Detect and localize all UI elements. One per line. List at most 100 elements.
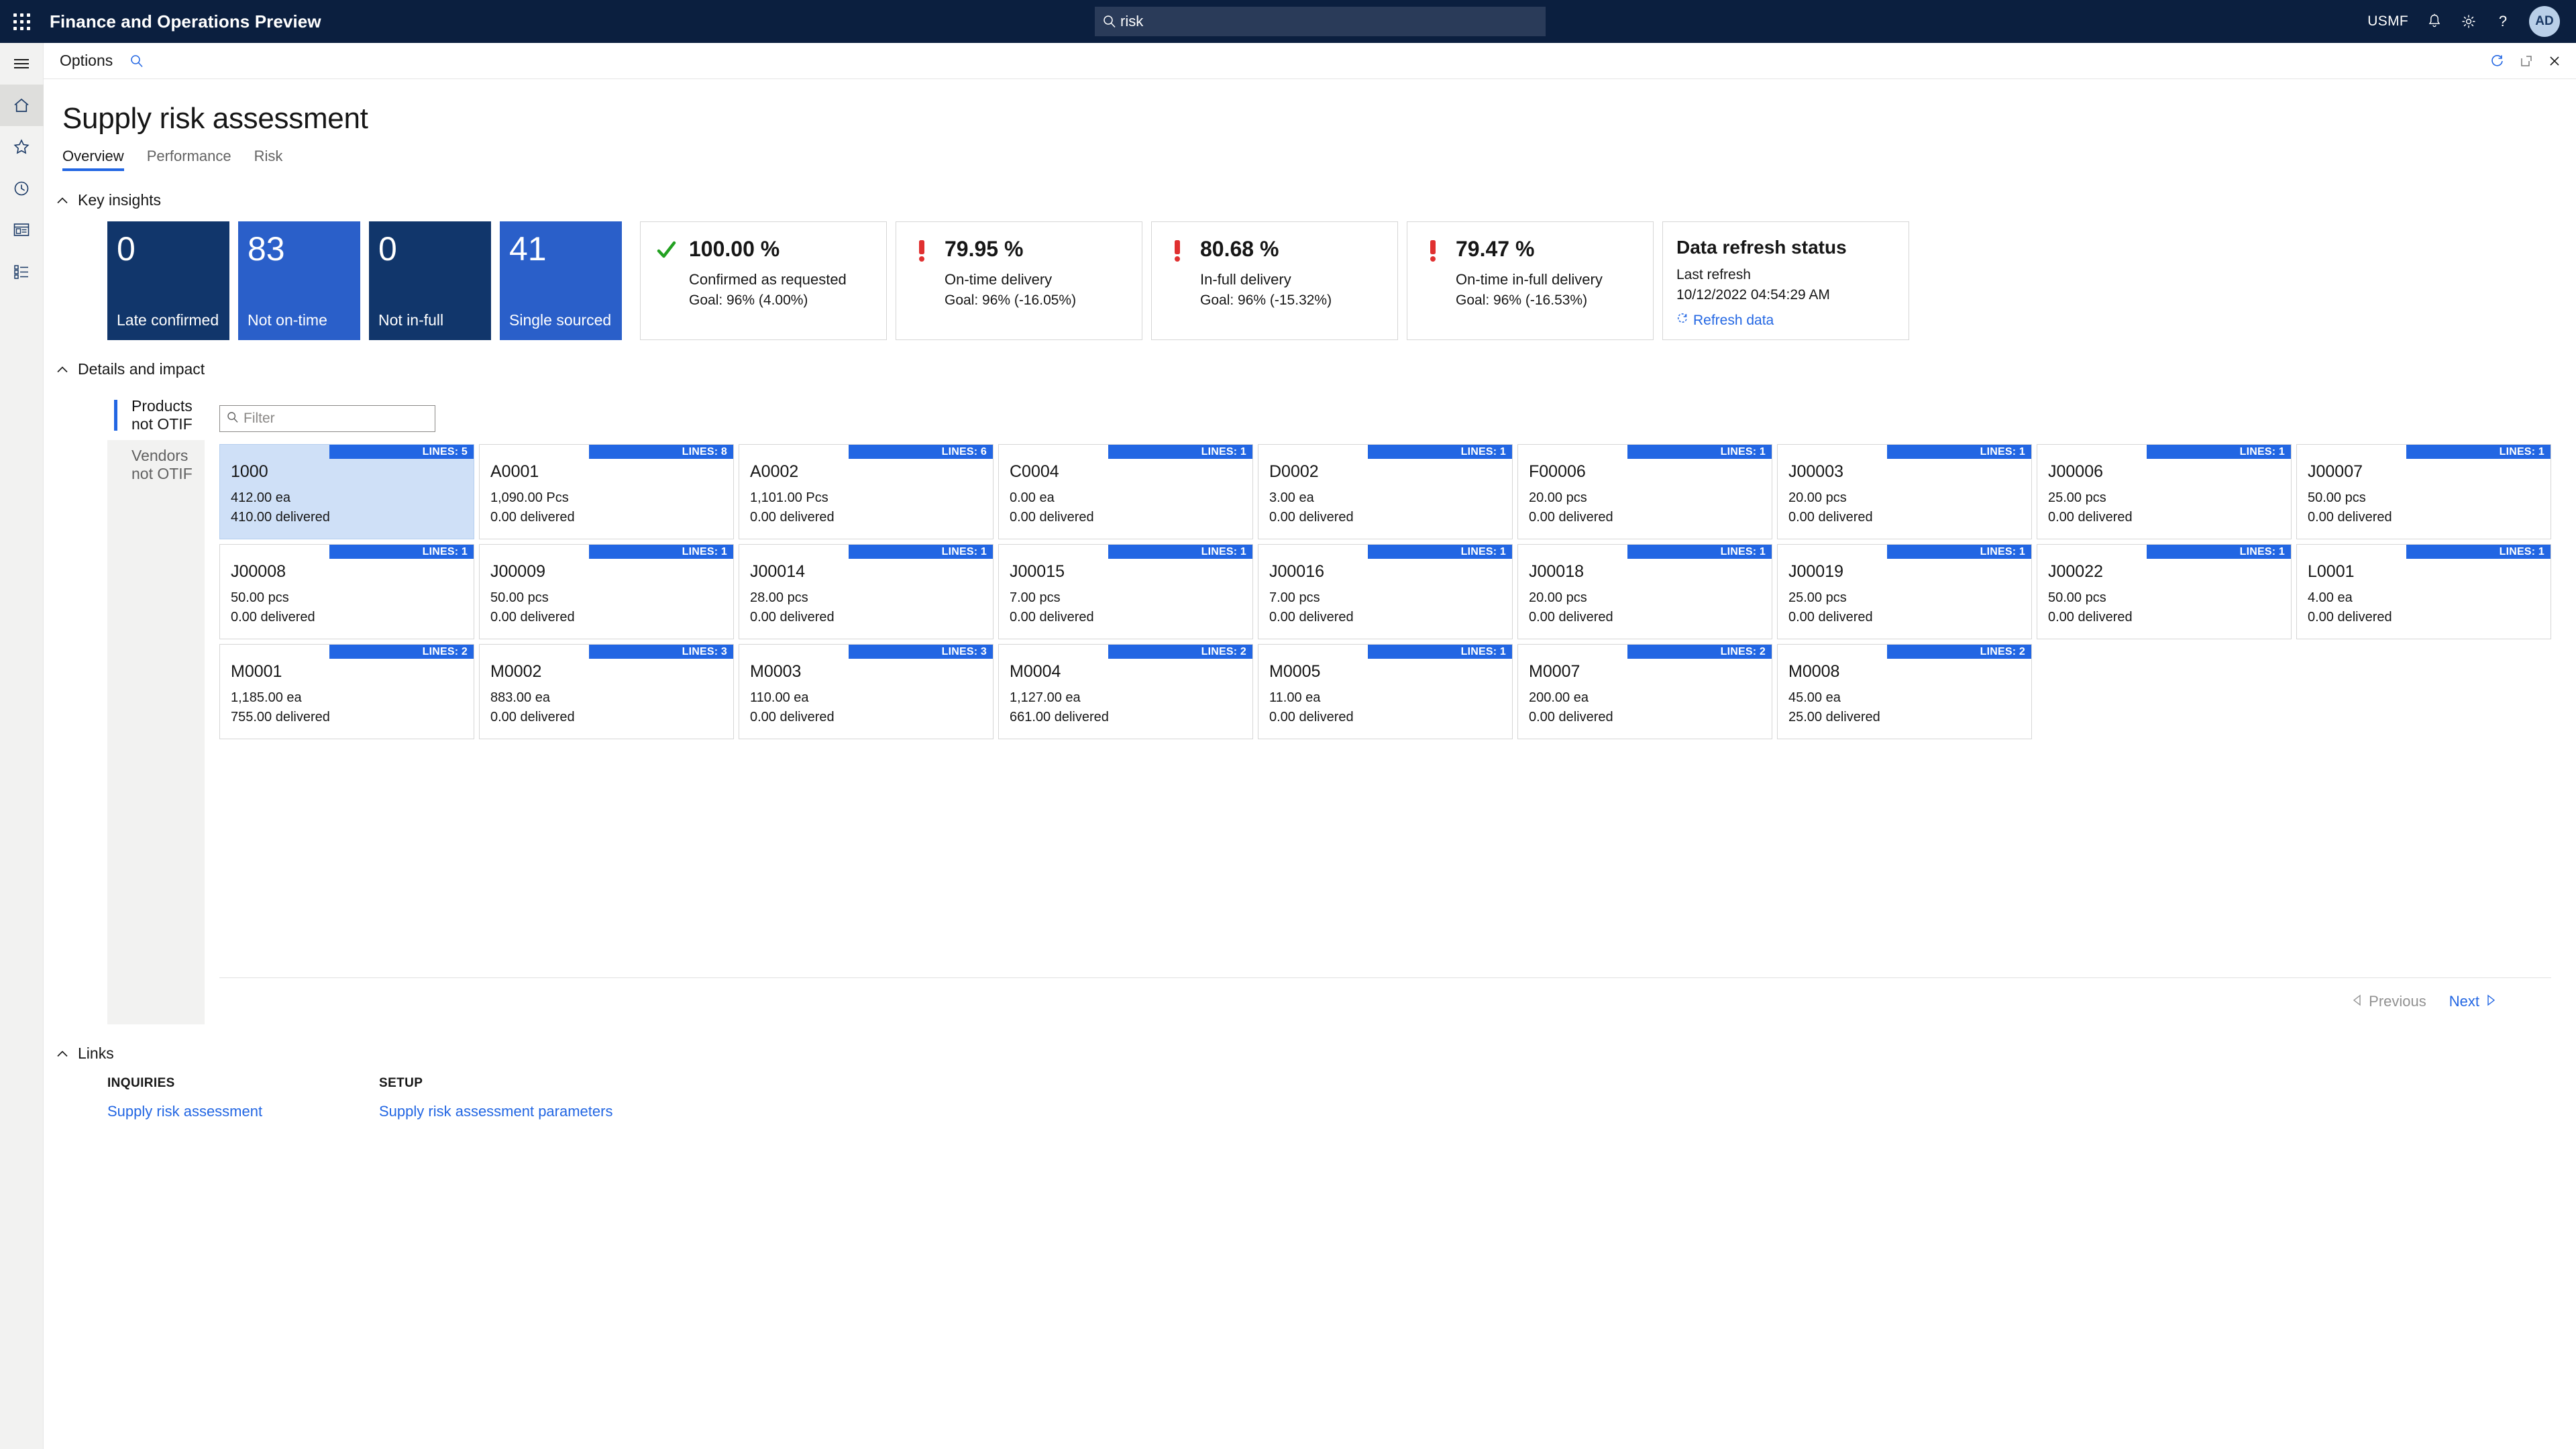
action-pane: Options [44,43,2576,79]
filter-placeholder: Filter [244,411,275,427]
nav-home-button[interactable] [0,85,44,126]
product-card-quantity: 11.00 ea [1269,688,1501,708]
status-alert-icon [910,237,934,325]
product-card[interactable]: LINES: 1J0002250.00 pcs0.00 delivered [2037,544,2292,639]
link-supply-risk-assessment[interactable]: Supply risk assessment [107,1103,379,1120]
product-card[interactable]: LINES: 1J000167.00 pcs0.00 delivered [1258,544,1513,639]
product-card[interactable]: LINES: 1C00040.00 ea0.00 delivered [998,444,1253,539]
nav-favorites-button[interactable] [0,126,44,168]
product-card[interactable]: LINES: 51000412.00 ea410.00 delivered [219,444,474,539]
details-and-impact-section-header[interactable]: Details and impact [55,360,2576,378]
links-columns: INQUIRIES Supply risk assessment SETUP S… [107,1076,2576,1120]
product-card[interactable]: LINES: 2M0007200.00 ea0.00 delivered [1517,644,1772,739]
product-card[interactable]: LINES: 3M0003110.00 ea0.00 delivered [739,644,994,739]
kpi-tile-not-on-time[interactable]: 83 Not on-time [238,221,360,340]
product-card-delivered: 0.00 delivered [2308,508,2540,527]
product-card-id: J00007 [2308,462,2540,482]
product-card[interactable]: LINES: 1J0001925.00 pcs0.00 delivered [1777,544,2032,639]
product-card[interactable]: LINES: 8A00011,090.00 Pcs0.00 delivered [479,444,734,539]
tab-overview[interactable]: Overview [62,148,124,171]
product-card-delivered: 0.00 delivered [1788,508,2021,527]
refresh-data-link[interactable]: Refresh data [1676,313,1895,329]
filter-input[interactable]: Filter [219,405,435,432]
product-card[interactable]: LINES: 3M0002883.00 ea0.00 delivered [479,644,734,739]
links-section-header[interactable]: Links [55,1044,2576,1063]
product-card[interactable]: LINES: 6A00021,101.00 Pcs0.00 delivered [739,444,994,539]
product-card-lines-badge: LINES: 2 [1627,645,1772,659]
sidebar-item-vendors-not-otif[interactable]: Vendors not OTIF [107,440,205,490]
product-card[interactable]: LINES: 1J0001820.00 pcs0.00 delivered [1517,544,1772,639]
nav-recent-button[interactable] [0,168,44,209]
product-card-quantity: 1,101.00 Pcs [750,488,982,508]
product-card[interactable]: LINES: 1J000157.00 pcs0.00 delivered [998,544,1253,639]
link-supply-risk-assessment-parameters[interactable]: Supply risk assessment parameters [379,1103,651,1120]
product-card-delivered: 0.00 delivered [490,708,722,727]
product-card[interactable]: LINES: 1L00014.00 ea0.00 delivered [2296,544,2551,639]
product-card-id: M0007 [1529,662,1761,682]
chevron-right-icon [2485,993,2496,1010]
status-check-icon [654,237,678,325]
settings-gear-icon[interactable] [2461,13,2477,30]
product-card-grid: LINES: 51000412.00 ea410.00 deliveredLIN… [219,444,2551,744]
help-question-icon[interactable]: ? [2496,13,2510,30]
product-card[interactable]: LINES: 1F0000620.00 pcs0.00 delivered [1517,444,1772,539]
kpi-label: Not on-time [248,311,351,331]
notifications-bell-icon[interactable] [2427,13,2442,30]
home-icon [12,96,31,115]
product-card-id: F00006 [1529,462,1761,482]
nav-modules-button[interactable] [0,251,44,292]
nav-workspaces-button[interactable] [0,209,44,251]
product-card[interactable]: LINES: 1D00023.00 ea0.00 delivered [1258,444,1513,539]
metric-name: Confirmed as requested [689,271,847,288]
list-icon [12,263,31,280]
product-card[interactable]: LINES: 1J0000320.00 pcs0.00 delivered [1777,444,2032,539]
global-search-box[interactable]: risk [1095,7,1546,36]
product-card-id: J00003 [1788,462,2021,482]
close-page-button[interactable] [2548,54,2561,68]
product-card[interactable]: LINES: 2M000845.00 ea25.00 delivered [1777,644,2032,739]
sidebar-item-products-not-otif[interactable]: Products not OTIF [107,390,205,440]
tab-risk[interactable]: Risk [254,148,283,171]
previous-page-button[interactable]: Previous [2352,993,2426,1010]
product-card-quantity: 200.00 ea [1529,688,1761,708]
product-card[interactable]: LINES: 1J0000850.00 pcs0.00 delivered [219,544,474,639]
metric-card-on-time-delivery[interactable]: 79.95 % On-time delivery Goal: 96% (-16.… [896,221,1142,340]
app-launcher-button[interactable] [0,0,43,43]
product-card-id: J00016 [1269,562,1501,582]
workspace-content: Supply risk assessment Overview Performa… [44,79,2576,1449]
metric-card-in-full-delivery[interactable]: 80.68 % In-full delivery Goal: 96% (-15.… [1151,221,1398,340]
product-card-id: C0004 [1010,462,1242,482]
page-search-button[interactable] [130,54,144,68]
product-card-id: M0003 [750,662,982,682]
product-card[interactable]: LINES: 1J0000750.00 pcs0.00 delivered [2296,444,2551,539]
details-and-impact-title: Details and impact [78,360,205,378]
search-icon [130,54,144,68]
kpi-tile-single-sourced[interactable]: 41 Single sourced [500,221,622,340]
previous-label: Previous [2369,993,2426,1010]
user-avatar[interactable]: AD [2529,6,2560,37]
kpi-tile-not-in-full[interactable]: 0 Not in-full [369,221,491,340]
product-card-quantity: 50.00 pcs [2308,488,2540,508]
metric-card-confirmed-as-requested[interactable]: 100.00 % Confirmed as requested Goal: 96… [640,221,887,340]
company-indicator[interactable]: USMF [2367,13,2408,30]
open-in-new-window-button[interactable] [2520,54,2533,68]
product-card-lines-badge: LINES: 1 [1368,545,1512,559]
product-card[interactable]: LINES: 2M00041,127.00 ea661.00 delivered [998,644,1253,739]
options-button[interactable]: Options [60,52,113,70]
refresh-page-button[interactable] [2490,54,2505,68]
metric-goal: Goal: 96% (-16.05%) [945,292,1076,309]
product-card[interactable]: LINES: 1J0001428.00 pcs0.00 delivered [739,544,994,639]
product-card[interactable]: LINES: 1M000511.00 ea0.00 delivered [1258,644,1513,739]
metric-card-on-time-in-full-delivery[interactable]: 79.47 % On-time in-full delivery Goal: 9… [1407,221,1654,340]
next-page-button[interactable]: Next [2449,993,2496,1010]
product-card-quantity: 1,127.00 ea [1010,688,1242,708]
key-insights-section-header[interactable]: Key insights [55,191,2576,209]
product-card-delivered: 0.00 delivered [1269,508,1501,527]
tab-performance[interactable]: Performance [147,148,231,171]
product-card[interactable]: LINES: 1J0000950.00 pcs0.00 delivered [479,544,734,639]
hamburger-menu-button[interactable] [0,43,44,85]
kpi-tile-late-confirmed[interactable]: 0 Late confirmed [107,221,229,340]
product-card-id: L0001 [2308,562,2540,582]
product-card[interactable]: LINES: 1J0000625.00 pcs0.00 delivered [2037,444,2292,539]
product-card[interactable]: LINES: 2M00011,185.00 ea755.00 delivered [219,644,474,739]
